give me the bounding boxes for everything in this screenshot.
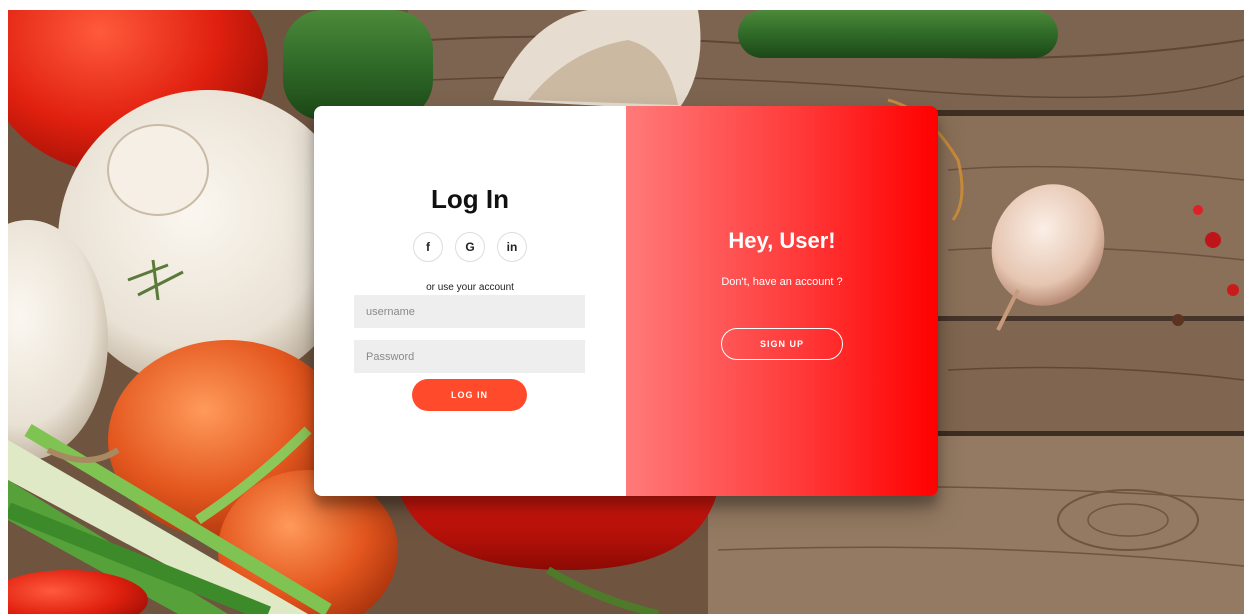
signup-overlay-panel: Hey, User! Don't, have an account ? SIGN… <box>626 106 938 496</box>
google-icon: G <box>465 240 475 254</box>
social-login-row: f G in <box>314 232 626 262</box>
linkedin-login-button[interactable]: in <box>497 232 527 262</box>
google-login-button[interactable]: G <box>455 232 485 262</box>
auth-card: Log In f G in or use your account LOG IN… <box>314 106 938 496</box>
use-account-text: or use your account <box>426 282 514 293</box>
overlay-subtitle: Don't, have an account ? <box>721 276 843 288</box>
page-viewport: Log In f G in or use your account LOG IN… <box>8 10 1244 614</box>
facebook-icon: f <box>426 240 430 254</box>
facebook-login-button[interactable]: f <box>413 232 443 262</box>
login-title: Log In <box>431 184 509 214</box>
overlay-title: Hey, User! <box>728 228 836 253</box>
password-input[interactable] <box>354 340 585 373</box>
signup-button[interactable]: SIGN UP <box>721 328 843 360</box>
login-button[interactable]: LOG IN <box>412 379 527 411</box>
username-input[interactable] <box>354 295 585 328</box>
login-panel: Log In f G in or use your account LOG IN <box>314 106 626 496</box>
linkedin-icon: in <box>506 240 518 254</box>
